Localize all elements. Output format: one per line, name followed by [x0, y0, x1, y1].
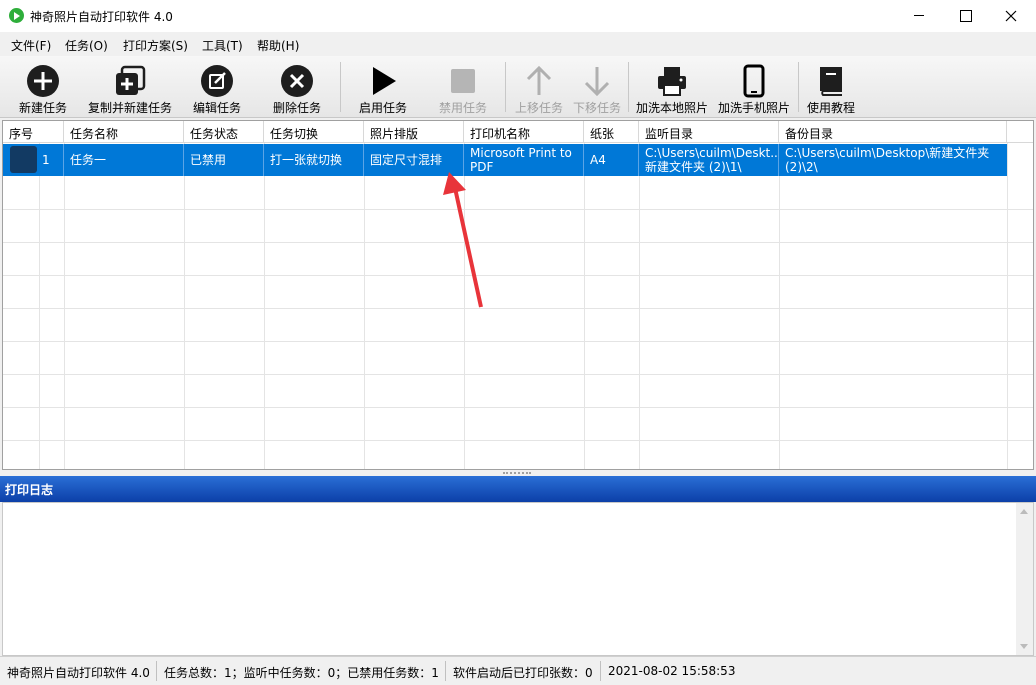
- copy-new-task-button[interactable]: 复制并新建任务: [82, 60, 178, 116]
- status-datetime: 2021-08-02 15:58:53: [608, 664, 736, 678]
- copy-plus-icon: [116, 65, 146, 95]
- grid-line: [584, 143, 585, 469]
- tutorial-button[interactable]: 使用教程: [803, 60, 859, 116]
- delete-x-icon: [281, 65, 313, 97]
- new-task-button[interactable]: 新建任务: [8, 60, 78, 116]
- grid-line: [364, 143, 365, 469]
- grid-line: [264, 143, 265, 469]
- column-header-switch[interactable]: 任务切换: [264, 121, 364, 143]
- status-separator: [156, 661, 157, 681]
- grid-line: [3, 275, 1033, 276]
- phone-icon: [743, 64, 765, 98]
- edit-task-button[interactable]: 编辑任务: [183, 60, 251, 116]
- column-header-filler: [1007, 121, 1033, 143]
- cell-backup-dir: C:\Users\cuilm\Desktop\新建文件夹 (2)\2\: [779, 144, 1007, 176]
- row-color-swatch: [10, 146, 37, 173]
- cell-paper: A4: [584, 144, 639, 176]
- menu-help[interactable]: 帮助(H): [257, 37, 299, 54]
- cell-printer-line2: PDF: [470, 160, 494, 174]
- menu-print-plan[interactable]: 打印方案(S): [123, 37, 188, 54]
- print-log-area: [2, 502, 1034, 656]
- grid-line: [3, 374, 1033, 375]
- toolbar-separator: [505, 62, 506, 112]
- grid-line: [3, 209, 1033, 210]
- arrow-up-icon: [526, 65, 552, 95]
- delete-task-button[interactable]: 删除任务: [263, 60, 331, 116]
- cell-name: 任务一: [64, 144, 184, 176]
- table-row[interactable]: 1 任务一 已禁用 打一张就切换 固定尺寸混排 Microsoft Print …: [3, 144, 1007, 176]
- close-icon[interactable]: [988, 0, 1034, 32]
- status-printed-count: 软件启动后已打印张数：0: [453, 666, 593, 680]
- toolbar-separator: [798, 62, 799, 112]
- menu-tools[interactable]: 工具(T): [202, 37, 243, 54]
- status-task-counts: 任务总数：1；监听中任务数：0；已禁用任务数：1: [164, 666, 439, 680]
- splitter-grip-icon: [503, 472, 531, 474]
- grid-line: [39, 143, 40, 469]
- disable-task-button[interactable]: 禁用任务: [430, 60, 496, 116]
- log-scrollbar[interactable]: [1016, 503, 1033, 655]
- title-bar: 神奇照片自动打印软件 4.0: [0, 0, 1036, 32]
- column-header-printer[interactable]: 打印机名称: [464, 121, 584, 143]
- task-table: 序号 任务名称 任务状态 任务切换 照片排版 打印机名称 纸张 监听目录 备份目…: [2, 120, 1034, 470]
- menu-file[interactable]: 文件(F): [11, 37, 51, 54]
- column-header-watch-dir[interactable]: 监听目录: [639, 121, 779, 143]
- column-header-backup-dir[interactable]: 备份目录: [779, 121, 1007, 143]
- grid-line: [1007, 143, 1008, 469]
- maximize-icon[interactable]: [942, 0, 988, 32]
- toolbar-separator: [340, 62, 341, 112]
- grid-line: [3, 440, 1033, 441]
- grid-line: [639, 143, 640, 469]
- plus-circle-icon: [27, 65, 59, 97]
- grid-line: [779, 143, 780, 469]
- menu-bar: 文件(F) 任务(O) 打印方案(S) 工具(T) 帮助(H): [0, 32, 1036, 56]
- toolbar: 新建任务 复制并新建任务 编辑任务 删除任务 启用任务 禁用任务 上移任务 下移…: [0, 56, 1036, 118]
- printer-icon: [658, 67, 686, 96]
- minimize-icon[interactable]: [896, 0, 942, 32]
- cell-index: 1: [39, 144, 64, 176]
- cell-backup-dir-line2: (2)\2\: [785, 160, 818, 174]
- menu-task[interactable]: 任务(O): [65, 37, 108, 54]
- column-header-name[interactable]: 任务名称: [64, 121, 184, 143]
- stop-icon: [451, 69, 475, 93]
- cell-printer: Microsoft Print to PDF: [464, 144, 584, 176]
- toolbar-separator: [628, 62, 629, 112]
- app-play-icon: [9, 8, 24, 23]
- grid-line: [3, 341, 1033, 342]
- cell-layout: 固定尺寸混排: [364, 144, 464, 176]
- grid-line: [64, 143, 65, 469]
- grid-line: [3, 407, 1033, 408]
- reprint-phone-photo-button[interactable]: 加洗手机照片: [714, 60, 794, 116]
- column-header-index[interactable]: 序号: [3, 121, 64, 143]
- book-icon: [820, 67, 842, 96]
- cell-watch-dir: C:\Users\cuilm\Deskt... 新建文件夹 (2)\1\: [639, 144, 779, 176]
- cell-printer-line1: Microsoft Print to: [470, 146, 572, 160]
- grid-line: [3, 308, 1033, 309]
- edit-icon: [201, 65, 233, 97]
- play-icon: [373, 67, 396, 95]
- move-up-task-button[interactable]: 上移任务: [510, 60, 568, 116]
- status-separator: [445, 661, 446, 681]
- cell-watch-dir-line1: C:\Users\cuilm\Deskt...: [645, 146, 779, 160]
- print-log-header: 打印日志: [0, 476, 1036, 502]
- cell-backup-dir-line1: C:\Users\cuilm\Desktop\新建文件夹: [785, 146, 990, 160]
- arrow-down-icon: [584, 67, 610, 97]
- column-header-status[interactable]: 任务状态: [184, 121, 264, 143]
- move-down-task-button[interactable]: 下移任务: [568, 60, 626, 116]
- cell-status: 已禁用: [184, 144, 264, 176]
- column-header-layout[interactable]: 照片排版: [364, 121, 464, 143]
- window-title: 神奇照片自动打印软件 4.0: [30, 10, 173, 24]
- enable-task-button[interactable]: 启用任务: [350, 60, 416, 116]
- grid-line: [3, 242, 1033, 243]
- grid-line: [464, 143, 465, 469]
- cell-switch: 打一张就切换: [264, 144, 364, 176]
- column-header-paper[interactable]: 纸张: [584, 121, 639, 143]
- reprint-local-photo-button[interactable]: 加洗本地照片: [633, 60, 711, 116]
- cell-watch-dir-line2: 新建文件夹 (2)\1\: [645, 160, 742, 174]
- grid-line: [184, 143, 185, 469]
- status-app-name: 神奇照片自动打印软件 4.0: [7, 666, 150, 680]
- status-separator: [600, 661, 601, 681]
- status-bar: 神奇照片自动打印软件 4.0 任务总数：1；监听中任务数：0；已禁用任务数：1 …: [0, 656, 1036, 685]
